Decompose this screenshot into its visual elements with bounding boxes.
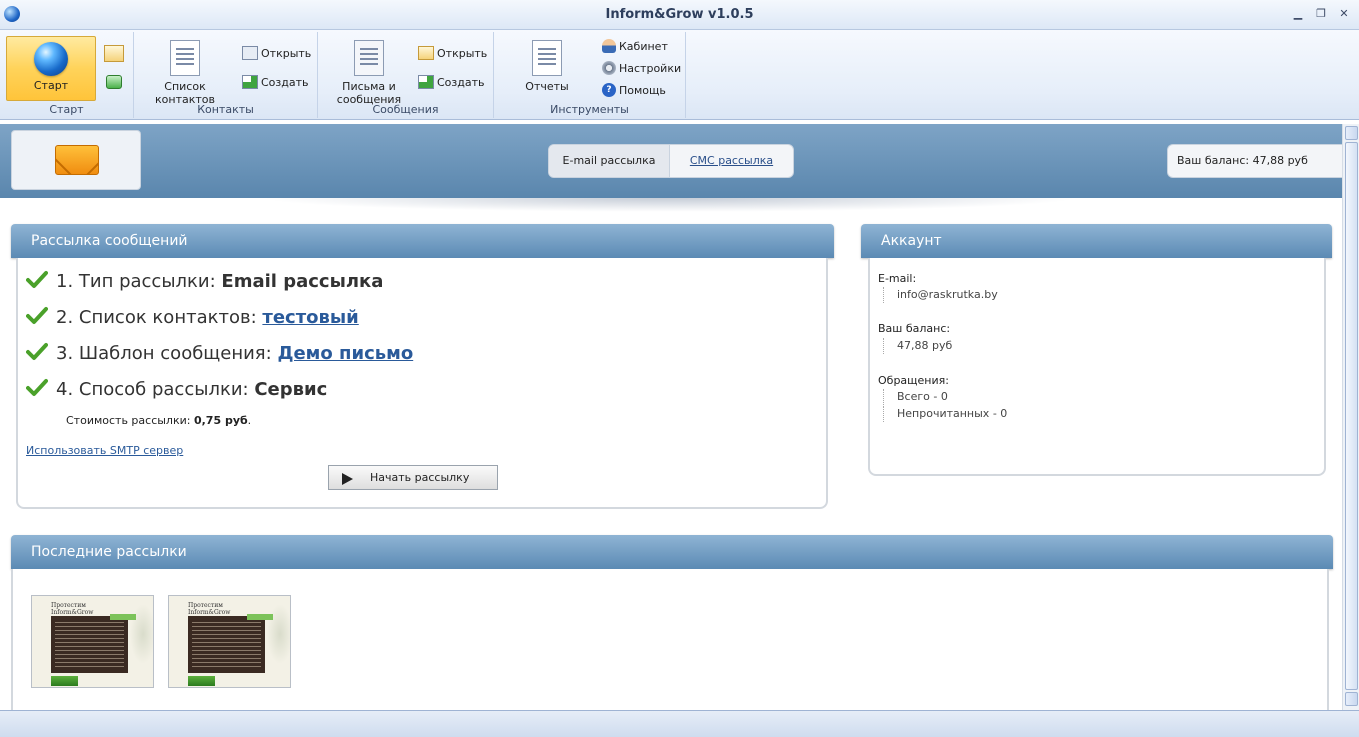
start-button[interactable]: Старт	[6, 36, 96, 101]
settings-button[interactable]: Настройки	[602, 60, 681, 78]
account-panel-title: Аккаунт	[861, 224, 1332, 258]
vertical-scrollbar[interactable]	[1342, 124, 1359, 710]
title-bar: Inform&Grow v1.0.5 ▁ ❐ ✕	[0, 0, 1359, 30]
ribbon: Старт Старт Список контактов Открыть Соз…	[0, 30, 1359, 120]
contacts-list-icon	[170, 40, 200, 76]
step-delivery-method: 4. Способ рассылки: Сервис	[26, 378, 327, 402]
window-title: Inform&Grow v1.0.5	[605, 7, 754, 22]
letters-icon	[354, 40, 384, 76]
new-message-icon	[418, 75, 434, 89]
restore-icon[interactable]: ❐	[1314, 8, 1328, 20]
ribbon-group-start: Старт Старт	[0, 32, 134, 118]
mailing-panel-title: Рассылка сообщений	[11, 224, 834, 258]
reports-button[interactable]: Отчеты	[516, 38, 578, 93]
group-label-start: Старт	[49, 103, 84, 116]
scroll-thumb[interactable]	[1345, 142, 1358, 690]
account-balance-value: 47,88 руб	[883, 338, 952, 354]
check-icon	[26, 271, 48, 288]
step-contact-list: 2. Список контактов: тестовый	[26, 306, 359, 330]
ribbon-group-contacts: Список контактов Открыть Создать Контакт…	[134, 32, 318, 118]
account-tickets-label: Обращения:	[878, 374, 949, 387]
mail-quick-button[interactable]	[104, 44, 127, 63]
close-icon[interactable]: ✕	[1337, 8, 1351, 20]
use-smtp-link[interactable]: Использовать SMTP сервер	[26, 444, 183, 457]
minimize-icon[interactable]: ▁	[1291, 8, 1305, 20]
reports-icon	[532, 40, 562, 76]
start-mailing-button[interactable]: Начать рассылку	[328, 465, 498, 490]
banner-shadow	[260, 198, 1080, 212]
chat-icon	[106, 75, 122, 89]
message-template-link[interactable]: Демо письмо	[277, 343, 413, 364]
contacts-open-button[interactable]: Открыть	[242, 45, 311, 63]
account-balance-label: Ваш баланс:	[878, 322, 951, 335]
group-label-contacts: Контакты	[197, 103, 254, 116]
group-label-messages: Сообщения	[372, 103, 439, 116]
cabinet-button[interactable]: Кабинет	[602, 38, 668, 56]
mailing-type-tabs: E-mail рассылка СМС рассылка	[548, 144, 794, 178]
status-bar	[0, 710, 1359, 737]
tab-email-mailing[interactable]: E-mail рассылка	[549, 145, 670, 177]
help-icon: ?	[602, 83, 616, 97]
scroll-up-icon[interactable]	[1345, 126, 1358, 140]
ribbon-group-messages: Письма и сообщения Открыть Создать Сообщ…	[318, 32, 494, 118]
step-message-template: 3. Шаблон сообщения: Демо письмо	[26, 342, 413, 366]
balance-display: Ваш баланс: 47,88 руб	[1167, 144, 1342, 178]
account-email-label: E-mail:	[878, 272, 917, 285]
letters-messages-button[interactable]: Письма и сообщения	[336, 38, 402, 106]
envelope-logo-icon	[55, 145, 99, 175]
cost-value: 0,75 руб	[193, 414, 248, 427]
ribbon-group-tools: Отчеты Кабинет Настройки ? Помощь Инструм…	[494, 32, 686, 118]
account-email-value: info@raskrutka.by	[883, 287, 998, 303]
logo-box	[11, 130, 141, 190]
thumbnail-heading: Протестим Inform&Grow	[51, 602, 94, 616]
contact-list-button[interactable]: Список контактов	[152, 38, 218, 106]
add-contact-icon	[242, 75, 258, 89]
messages-create-button[interactable]: Создать	[418, 74, 485, 92]
check-icon	[26, 343, 48, 360]
group-label-tools: Инструменты	[550, 103, 629, 116]
globe-icon	[34, 42, 68, 76]
account-tickets-unread: Непрочитанных - 0	[883, 406, 1007, 422]
open-folder-icon	[242, 46, 258, 60]
check-icon	[26, 307, 48, 324]
play-icon	[342, 473, 353, 485]
recent-mailing-thumbnail[interactable]: Протестим Inform&Grow	[31, 595, 154, 688]
gear-icon	[602, 61, 616, 75]
open-envelope-icon	[418, 46, 434, 60]
messages-open-button[interactable]: Открыть	[418, 45, 487, 63]
chat-quick-button[interactable]	[106, 74, 125, 92]
tab-sms-mailing[interactable]: СМС рассылка	[670, 145, 793, 177]
scroll-down-icon[interactable]	[1345, 692, 1358, 706]
user-icon	[602, 39, 616, 53]
help-button[interactable]: ? Помощь	[602, 82, 666, 100]
check-icon	[26, 379, 48, 396]
thumbnail-heading: Протестим Inform&Grow	[188, 602, 231, 616]
recent-mailing-thumbnail[interactable]: Протестим Inform&Grow	[168, 595, 291, 688]
contact-list-link[interactable]: тестовый	[262, 307, 358, 328]
recent-panel-title: Последние рассылки	[11, 535, 1333, 569]
mailing-cost: Стоимость рассылки: 0,75 руб.	[66, 414, 252, 427]
step-mailing-type: 1. Тип рассылки: Email рассылка	[26, 270, 383, 294]
envelope-icon	[104, 44, 124, 62]
account-tickets-total: Всего - 0	[883, 389, 948, 405]
contacts-create-button[interactable]: Создать	[242, 74, 309, 92]
